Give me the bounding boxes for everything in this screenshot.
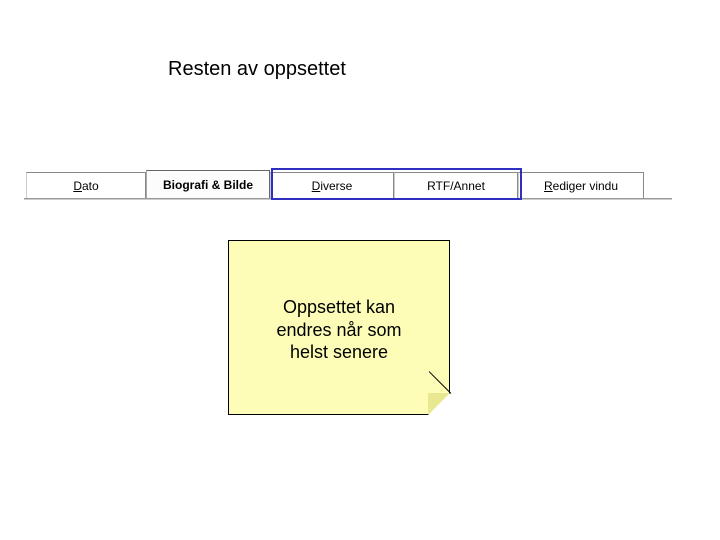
tab-diverse-label: Diverse [312, 179, 353, 193]
note-line-1: Oppsettet kan [229, 296, 449, 319]
tab-biografi-label: Biografi & Bilde [163, 178, 253, 192]
tab-biografi[interactable]: Biografi & Bilde [146, 170, 270, 198]
tab-dato[interactable]: Dato [26, 172, 146, 198]
sticky-note: Oppsettet kan endres når som helst sener… [228, 240, 450, 415]
page-title: Resten av oppsettet [168, 58, 346, 81]
tab-dato-label: Dato [73, 179, 98, 193]
note-line-3: helst senere [229, 341, 449, 364]
note-line-2: endres når som [229, 319, 449, 342]
tab-rediger[interactable]: Rediger vindu [518, 172, 644, 198]
tab-diverse[interactable]: Diverse [270, 172, 394, 198]
tab-rtf[interactable]: RTF/Annet [394, 172, 518, 198]
page-curl-icon [428, 393, 450, 415]
tab-rediger-label: Rediger vindu [544, 179, 618, 193]
tabs-underline [24, 198, 672, 200]
tab-rtf-label: RTF/Annet [427, 179, 485, 193]
tabs-container: Dato Biografi & Bilde Diverse RTF/Annet … [26, 172, 644, 198]
